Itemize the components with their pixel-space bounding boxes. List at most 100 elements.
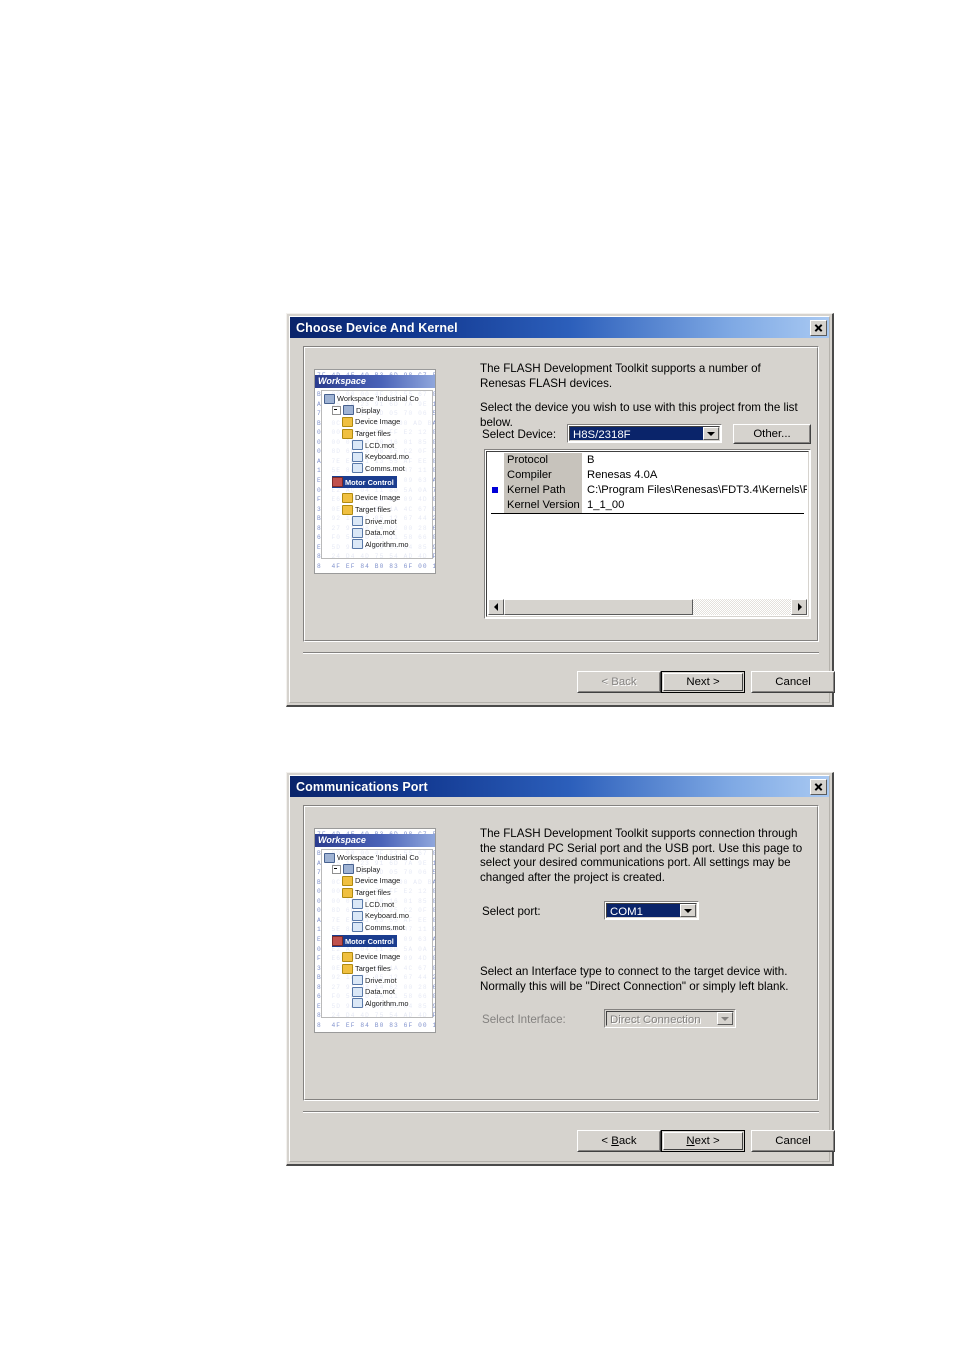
dialog1-separator [303, 652, 819, 654]
row-key: Compiler [504, 468, 582, 483]
tree-item: Algorithm.mo [324, 998, 432, 1010]
tree-item-label: Keyboard.mo [365, 911, 409, 921]
chevron-down-icon[interactable] [680, 904, 696, 917]
document-icon [352, 516, 363, 527]
select-port-combobox[interactable]: COM1 [604, 901, 699, 920]
row-value: 1_1_00 [587, 499, 625, 511]
scroll-right-icon[interactable] [791, 599, 807, 615]
select-interface-combobox[interactable]: Direct Connection [604, 1009, 736, 1028]
tree-item: Data.mot [324, 986, 432, 998]
workspace-banner: Workspace [315, 375, 435, 388]
tree-item: LCD.mot [324, 439, 432, 451]
workspace-tree: Workspace 'Industrial Co Display Device … [321, 390, 433, 559]
next-button[interactable]: Next > [661, 671, 745, 693]
tree-item: Workspace 'Industrial Co [324, 393, 432, 405]
tree-item: Display [324, 405, 432, 417]
tree-item: Target files [324, 887, 432, 899]
table-row[interactable]: Compiler Renesas 4.0A [488, 468, 807, 483]
folder-icon [342, 416, 353, 427]
tree-item-label: Algorithm.mo [365, 998, 409, 1008]
dialog2-paragraph-2: Select an Interface type to connect to t… [480, 965, 789, 993]
folder-icon [342, 492, 353, 503]
back-button[interactable]: < Back [577, 671, 661, 693]
folder-icon [342, 504, 353, 515]
select-device-label: Select Device: [482, 428, 557, 441]
table-row[interactable]: Kernel Version 1_1_00 [488, 498, 807, 513]
window-icon [343, 405, 354, 416]
tree-item: Device Image [324, 951, 432, 963]
app-icon [332, 936, 343, 947]
tree-item-label: Target files [355, 964, 391, 974]
tree-item-label: Motor Control [345, 477, 394, 487]
cancel-button-label: Cancel [775, 676, 811, 688]
tree-item-label: Device Image [355, 493, 401, 503]
tree-item-label: Data.mot [365, 528, 395, 538]
listview-row-divider [491, 513, 804, 514]
folder-icon [342, 875, 353, 886]
dialog2-separator [303, 1111, 819, 1113]
tree-item-label: Target files [355, 505, 391, 515]
tree-item: Comms.mot [324, 922, 432, 934]
workspace-banner: Workspace [315, 834, 435, 847]
tree-item: Device Image [324, 416, 432, 428]
scrollbar-track[interactable] [504, 599, 791, 615]
row-marker-column [488, 453, 504, 468]
workspace-preview-image: 7F 4D 4E 40 B3 6D 98 C7 59 42 7 2A 9A 44… [314, 369, 436, 574]
table-row[interactable]: Kernel Path C:\Program Files\Renesas\FDT… [488, 483, 807, 498]
folder-icon [342, 951, 353, 962]
tree-item: Drive.mot [324, 974, 432, 986]
scrollbar-thumb[interactable] [504, 599, 694, 615]
document-icon [352, 539, 363, 550]
tree-item-label: Workspace 'Industrial Co [337, 853, 419, 863]
next-button-label: Next > [686, 1135, 720, 1147]
table-row[interactable]: Protocol B [488, 453, 807, 468]
chevron-down-icon[interactable] [703, 427, 719, 440]
workspace-preview-image: 7F 4D 4E 40 B3 6D 98 C7 59 42 7 2A 9A 44… [314, 828, 436, 1033]
tree-item: Comms.mot [324, 463, 432, 475]
scroll-left-icon[interactable] [488, 599, 504, 615]
tree-item: Target files [324, 963, 432, 975]
kernel-details-listview[interactable]: Protocol B Compiler Renesas 4.0A Kernel … [484, 449, 811, 619]
row-value: C:\Program Files\Renesas\FDT3.4\Kernels\… [587, 484, 807, 496]
tree-item-label: Drive.mot [365, 516, 397, 526]
document-icon [352, 975, 363, 986]
listview-rows: Protocol B Compiler Renesas 4.0A Kernel … [488, 453, 807, 514]
cancel-button[interactable]: Cancel [751, 1130, 835, 1152]
selected-item-marker-icon [492, 487, 498, 493]
tree-item-label: Target files [355, 888, 391, 898]
row-key: Protocol [504, 453, 582, 468]
tree-item: Workspace 'Industrial Co [324, 852, 432, 864]
window-icon [343, 864, 354, 875]
tree-item-label: Keyboard.mo [365, 452, 409, 462]
listview-horizontal-scrollbar[interactable] [488, 599, 807, 615]
workspace-banner-label: Workspace [318, 376, 366, 386]
tree-item: Keyboard.mo [324, 910, 432, 922]
tree-item-label: Target files [355, 429, 391, 439]
workspace-tree: Workspace 'Industrial Co Display Device … [321, 849, 433, 1018]
tree-item-label: Device Image [355, 876, 401, 886]
window-icon [324, 852, 335, 863]
dialog2-title: Communications Port [296, 779, 428, 794]
next-button[interactable]: Next > [661, 1130, 745, 1152]
other-button[interactable]: Other... [733, 424, 811, 444]
cancel-button-label: Cancel [775, 1135, 811, 1147]
tree-item-label: LCD.mot [365, 440, 395, 450]
chevron-down-icon[interactable] [717, 1012, 733, 1025]
dialog2-titlebar: Communications Port [290, 776, 829, 797]
tree-item-selected: Motor Control [332, 476, 397, 488]
tree-item-label: Comms.mot [365, 922, 405, 932]
cancel-button[interactable]: Cancel [751, 671, 835, 693]
close-icon[interactable] [810, 778, 827, 795]
back-button[interactable]: < Back [577, 1130, 661, 1152]
row-marker-column [488, 498, 504, 513]
select-device-combobox[interactable]: H8S/2318F [567, 424, 722, 443]
dialog1-titlebar: Choose Device And Kernel [290, 317, 829, 338]
tree-item: LCD.mot [324, 898, 432, 910]
tree-item: Display [324, 864, 432, 876]
tree-item: Device Image [324, 875, 432, 887]
tree-item-label: Data.mot [365, 987, 395, 997]
close-icon[interactable] [810, 319, 827, 336]
dialog2-paragraph-1: The FLASH Development Toolkit supports c… [480, 827, 803, 884]
row-value: B [587, 454, 595, 466]
tree-item-label: Workspace 'Industrial Co [337, 394, 419, 404]
